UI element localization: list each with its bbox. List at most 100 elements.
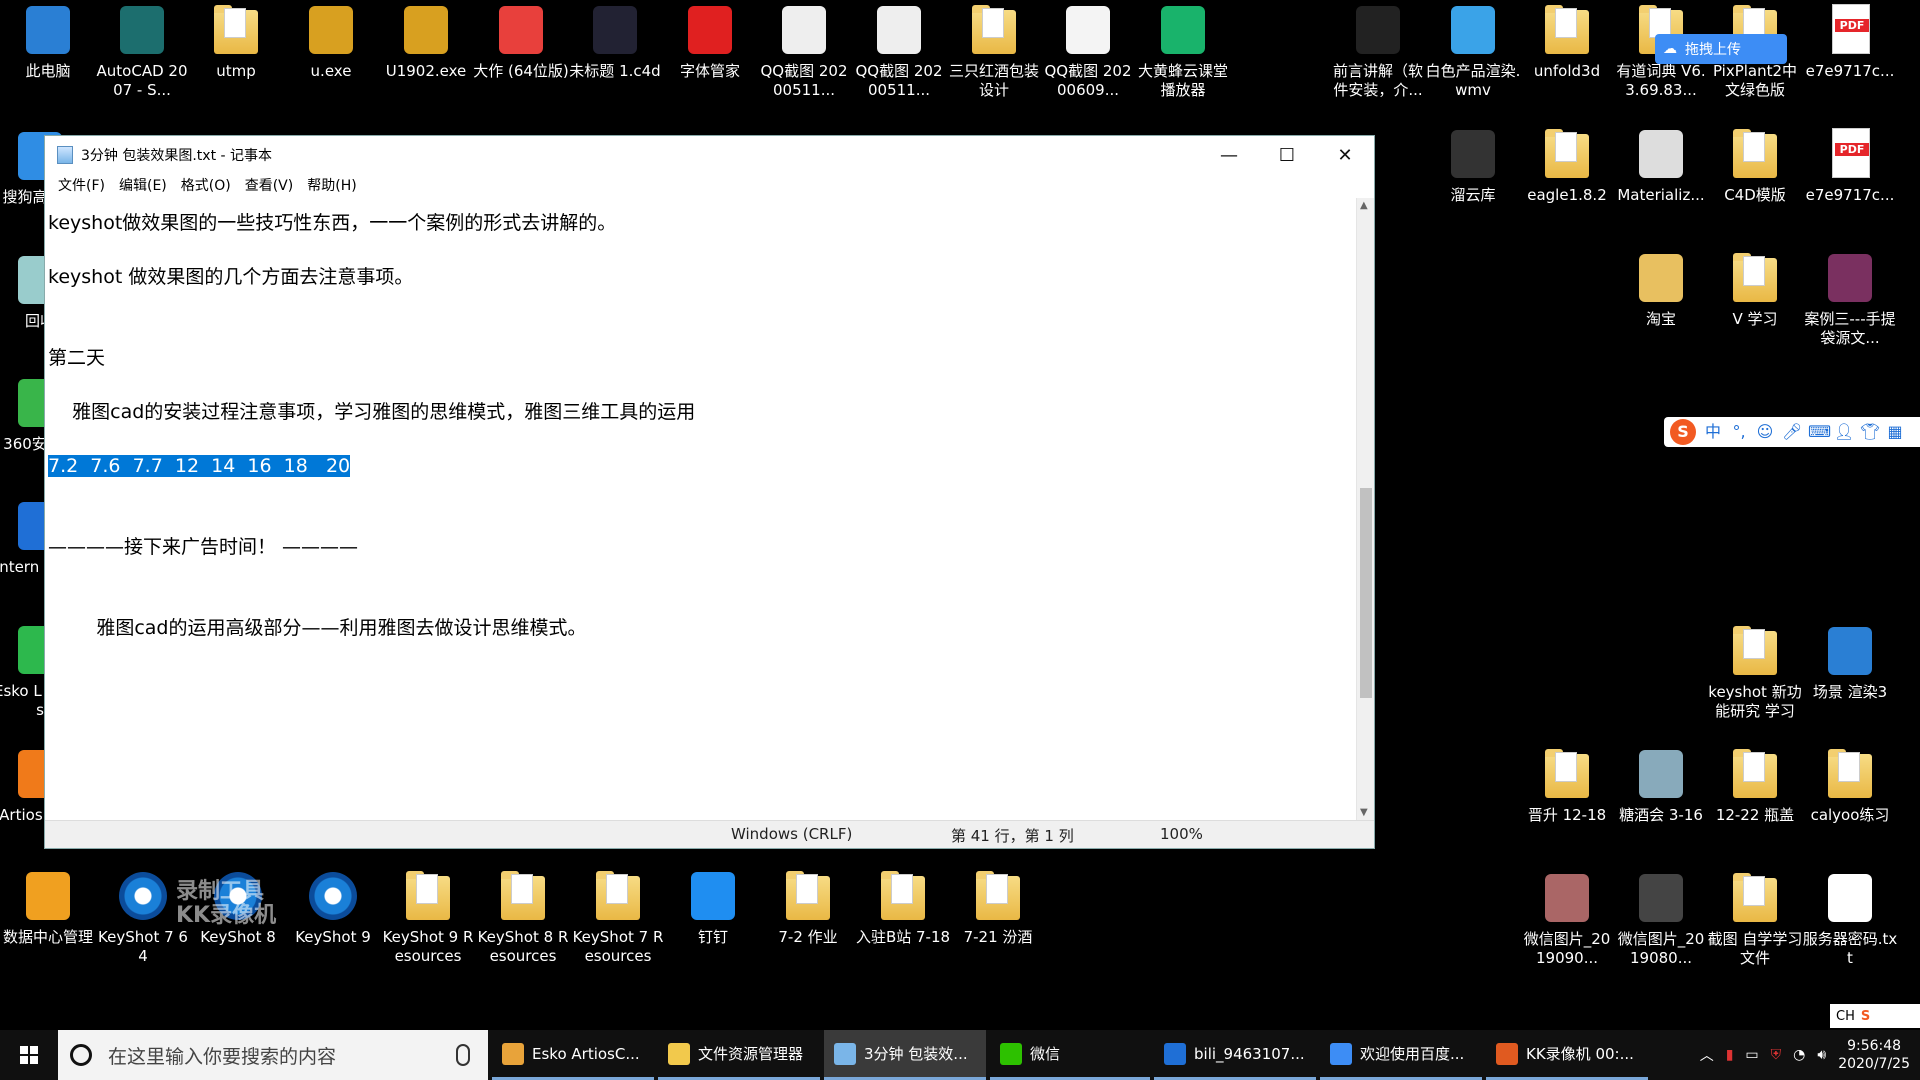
taskbar-item[interactable]: bili_9463107...: [1154, 1030, 1316, 1080]
security-icon[interactable]: ⛨: [1771, 1047, 1782, 1063]
menu-edit[interactable]: 编辑(E): [112, 175, 174, 195]
scroll-down-icon[interactable]: ▼: [1360, 807, 1368, 818]
battery-icon[interactable]: ▭: [1745, 1047, 1758, 1063]
taskbar-item[interactable]: Esko ArtiosC...: [492, 1030, 654, 1080]
desktop-icon[interactable]: 服务器密码.txt: [1802, 870, 1898, 968]
app-icon: [1545, 874, 1589, 922]
desktop-icon[interactable]: Materializ...: [1613, 126, 1709, 205]
app-icon: [1828, 874, 1872, 922]
desktop-icon[interactable]: calyoo练习: [1802, 746, 1898, 825]
desktop-icon-label: 微信图片_2019090...: [1523, 930, 1611, 967]
desktop-icon[interactable]: 钉钉: [665, 868, 761, 947]
ime-lang-toggle[interactable]: 中: [1704, 423, 1722, 441]
desktop-icon[interactable]: 大黄蜂云课堂播放器: [1135, 2, 1231, 100]
desktop-icon[interactable]: 前言讲解（软件安装，介...: [1330, 2, 1426, 100]
minimize-button[interactable]: —: [1200, 136, 1258, 174]
notepad-window[interactable]: 3分钟 包装效果图.txt - 记事本 — ☐ ✕ 文件(F) 编辑(E) 格式…: [44, 135, 1375, 849]
desktop-icon[interactable]: 7-21 汾酒: [950, 868, 1046, 947]
text-line: 雅图cad的安装过程注意事项，学习雅图的思维模式，雅图三维工具的运用: [48, 399, 1353, 426]
desktop-icon[interactable]: QQ截图 20200511...: [756, 2, 852, 100]
emoji-icon[interactable]: ☺: [1756, 423, 1774, 441]
skin-icon[interactable]: 👕︎: [1860, 423, 1880, 441]
desktop-icon[interactable]: 微信图片_2019090...: [1519, 870, 1615, 968]
desktop-icon[interactable]: utmp: [188, 2, 284, 81]
menu-help[interactable]: 帮助(H): [300, 175, 363, 195]
desktop-icon[interactable]: 场景 渲染3: [1802, 623, 1898, 702]
desktop-icon[interactable]: 白色产品渲染.wmv: [1425, 2, 1521, 100]
desktop-icon[interactable]: eagle1.8.2: [1519, 126, 1615, 205]
taskbar-item[interactable]: 欢迎使用百度...: [1320, 1030, 1482, 1080]
network-icon[interactable]: ◔: [1793, 1047, 1805, 1063]
menu-view[interactable]: 查看(V): [238, 175, 301, 195]
tray-app-icon[interactable]: ▮: [1726, 1047, 1734, 1063]
desktop-icon[interactable]: U1902.exe: [378, 2, 474, 81]
desktop-icon[interactable]: 三只红酒包装设计: [946, 2, 1042, 100]
desktop-icon[interactable]: unfold3d: [1519, 2, 1615, 81]
taskbar-item[interactable]: 文件资源管理器: [658, 1030, 820, 1080]
desktop-icon[interactable]: AutoCAD 2007 - S...: [94, 2, 190, 100]
desktop-icon[interactable]: 此电脑: [0, 2, 96, 81]
desktop-icon-image: [875, 868, 931, 924]
desktop-icon[interactable]: QQ截图 20200511...: [851, 2, 947, 100]
vertical-scrollbar[interactable]: ▲ ▼: [1356, 198, 1374, 820]
scroll-up-icon[interactable]: ▲: [1360, 200, 1368, 211]
desktop-icon-image: [1539, 870, 1595, 926]
desktop-icon[interactable]: 截图 自学学习文件: [1707, 870, 1803, 968]
taskbar-search[interactable]: 在这里输入你要搜索的内容: [58, 1030, 488, 1080]
desktop-icon[interactable]: KeyShot 9 Resources: [380, 868, 476, 966]
toolbox-icon[interactable]: ▦: [1886, 423, 1904, 441]
sogou-logo-icon[interactable]: S: [1670, 419, 1696, 445]
desktop-icon[interactable]: 7-2 作业: [760, 868, 856, 947]
desktop-icon[interactable]: KeyShot 8 Resources: [475, 868, 571, 966]
desktop-icon[interactable]: KeyShot 7 Resources: [570, 868, 666, 966]
volume-icon[interactable]: 🔊︎: [1817, 1047, 1826, 1063]
desktop-icon[interactable]: keyshot 新功能研究 学习: [1707, 623, 1803, 721]
desktop-icon[interactable]: 12-22 瓶盖: [1707, 746, 1803, 825]
maximize-button[interactable]: ☐: [1258, 136, 1316, 174]
taskbar-item[interactable]: 微信: [990, 1030, 1150, 1080]
desktop-icon[interactable]: QQ截图 20200609...: [1040, 2, 1136, 100]
notepad-titlebar[interactable]: 3分钟 包装效果图.txt - 记事本 — ☐ ✕: [45, 136, 1374, 174]
desktop-icon[interactable]: 晋升 12-18: [1519, 746, 1615, 825]
desktop-icon[interactable]: C4D模版: [1707, 126, 1803, 205]
baidu-upload-button[interactable]: ☁ 拖拽上传: [1655, 34, 1787, 64]
desktop-icon[interactable]: 入驻B站 7-18: [855, 868, 951, 947]
ime-toolbar[interactable]: S 中 °, ☺ 🎤︎ ⌨ 👤︎ 👕︎ ▦: [1664, 417, 1920, 447]
search-placeholder[interactable]: 在这里输入你要搜索的内容: [108, 1042, 456, 1069]
desktop-icon[interactable]: PDF e7e9717c...: [1802, 126, 1898, 205]
desktop-icon[interactable]: 未标题 1.c4d: [567, 2, 663, 81]
cortana-icon[interactable]: [70, 1044, 92, 1066]
desktop-icon[interactable]: 字体管家: [662, 2, 758, 81]
desktop-icon[interactable]: KeyShot 9: [285, 868, 381, 947]
desktop-icon[interactable]: V 学习: [1707, 250, 1803, 329]
taskbar-item[interactable]: KK录像机 00:...: [1486, 1030, 1648, 1080]
desktop-icon-image: [776, 2, 832, 58]
desktop-icon[interactable]: 案例三---手提袋源文...: [1802, 250, 1898, 348]
ime-lang-indicator[interactable]: CH S: [1830, 1004, 1920, 1028]
desktop-icon[interactable]: 溜云库: [1425, 126, 1521, 205]
text-editor[interactable]: keyshot做效果图的一些技巧性东西，一一个案例的形式去讲解的。 keyshot…: [45, 198, 1356, 820]
desktop-icon[interactable]: PDF e7e9717c...: [1802, 2, 1898, 81]
punctuation-icon[interactable]: °,: [1730, 423, 1748, 441]
chevron-up-icon[interactable]: ︿: [1700, 1045, 1714, 1065]
desktop-icon[interactable]: 数据中心管理: [0, 868, 96, 947]
desktop-icon-label: 糖酒会 3-16: [1619, 806, 1703, 824]
user-icon[interactable]: 👤︎: [1834, 423, 1854, 441]
desktop-icon[interactable]: 大作 (64位版): [473, 2, 569, 81]
microphone-icon[interactable]: [456, 1044, 470, 1066]
text-content: 第二天: [48, 347, 106, 369]
keyboard-icon[interactable]: ⌨: [1808, 423, 1831, 441]
desktop-icon[interactable]: 糖酒会 3-16: [1613, 746, 1709, 825]
close-button[interactable]: ✕: [1316, 136, 1374, 174]
clock[interactable]: 9:56:48 2020/7/25: [1838, 1037, 1910, 1073]
desktop-icon-label: C4D模版: [1724, 186, 1786, 204]
taskbar-item[interactable]: 3分钟 包装效...: [824, 1030, 986, 1080]
desktop-icon[interactable]: 淘宝: [1613, 250, 1709, 329]
menu-format[interactable]: 格式(O): [174, 175, 238, 195]
menu-file[interactable]: 文件(F): [51, 175, 112, 195]
microphone-icon[interactable]: 🎤︎: [1782, 423, 1802, 441]
desktop-icon[interactable]: u.exe: [283, 2, 379, 81]
scrollbar-thumb[interactable]: [1360, 488, 1372, 698]
desktop-icon[interactable]: 微信图片_2019080...: [1613, 870, 1709, 968]
start-button[interactable]: [0, 1030, 58, 1080]
